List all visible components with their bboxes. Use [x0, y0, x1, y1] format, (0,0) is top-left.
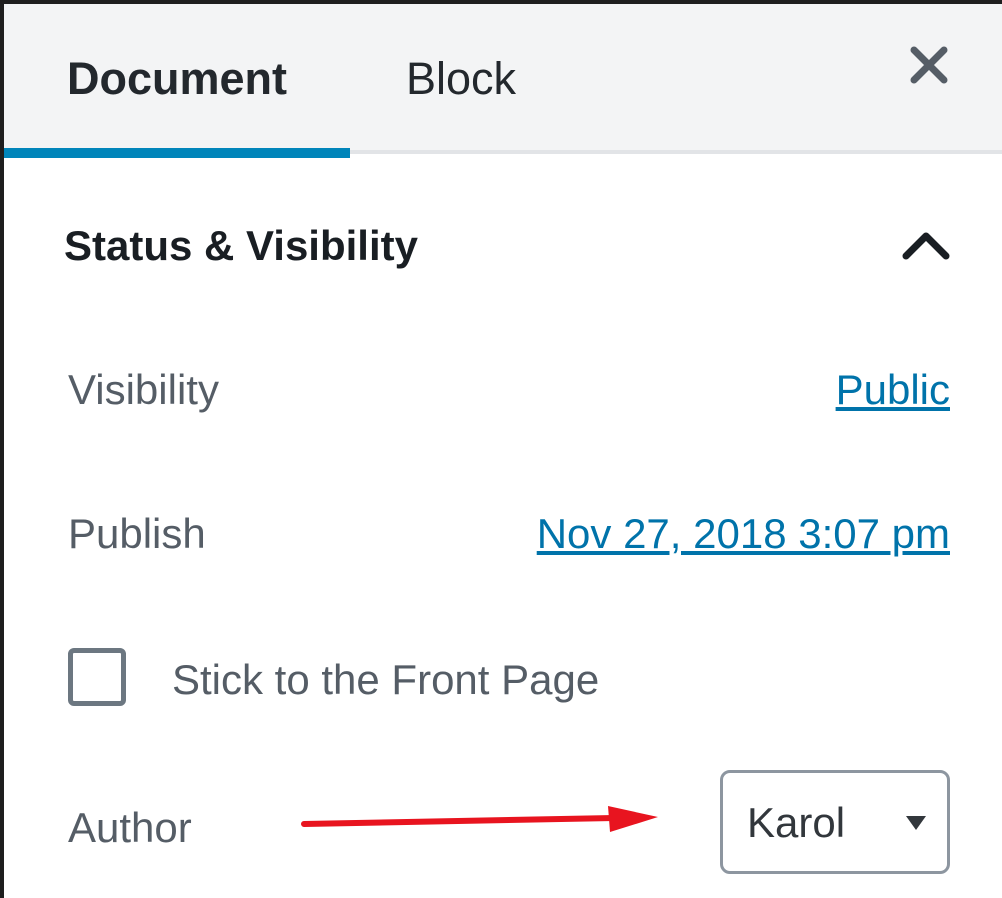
chevron-up-icon	[902, 232, 950, 260]
tab-document-label: Document	[66, 53, 287, 104]
status-visibility-toggle[interactable]: Status & Visibility	[4, 158, 1002, 338]
tab-block[interactable]: Block	[350, 4, 572, 154]
tab-block-label: Block	[405, 53, 517, 104]
publish-label: Publish	[68, 510, 206, 557]
author-label: Author	[68, 804, 192, 851]
document-settings-panel: Document Block Status & Visibility Visib…	[0, 0, 1002, 898]
visibility-link[interactable]: Public	[836, 366, 950, 414]
sticky-checkbox[interactable]	[68, 648, 126, 706]
visibility-label: Visibility	[68, 366, 219, 413]
section-title: Status & Visibility	[64, 222, 418, 269]
close-icon	[910, 46, 948, 84]
close-button[interactable]	[892, 28, 966, 102]
author-selected-value: Karol	[747, 799, 846, 846]
publish-date-link[interactable]: Nov 27, 2018 3:07 pm	[537, 510, 950, 558]
sidebar-tabbar: Document Block	[4, 4, 1002, 158]
red-arrow-annotation	[301, 806, 658, 832]
tab-document[interactable]: Document	[4, 4, 350, 158]
caret-down-icon	[906, 816, 926, 830]
author-select[interactable]: Karol	[720, 770, 950, 874]
sticky-checkbox-label[interactable]: Stick to the Front Page	[172, 656, 599, 704]
